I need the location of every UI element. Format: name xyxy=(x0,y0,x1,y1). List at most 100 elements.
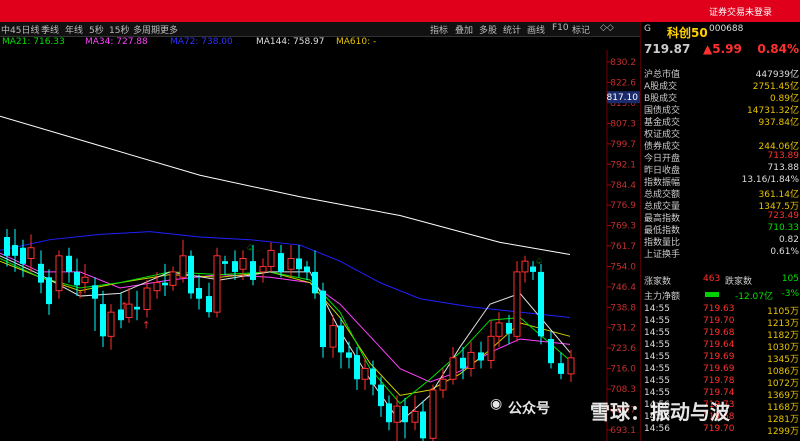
y-axis-label: 822.6 xyxy=(610,78,636,88)
period-more[interactable]: 更多 xyxy=(160,23,178,36)
stat-value: 13.16/1.84% xyxy=(741,175,799,185)
stat-row: 指数振幅 13.16/1.84% xyxy=(641,175,800,188)
candle-body-up xyxy=(143,287,151,310)
candle-body-down xyxy=(460,357,466,369)
candle-body-down xyxy=(92,285,98,299)
tool-indicator[interactable]: 指标 xyxy=(430,23,448,36)
tick-row: 14:55 719.78 1072万 xyxy=(641,376,800,389)
buy-arrow-icon: ↑ xyxy=(120,301,128,312)
period-quarter[interactable]: 季线 xyxy=(41,23,59,36)
tick-price: 719.63 xyxy=(703,304,735,314)
candle-body-down xyxy=(38,263,44,283)
stat-row: 昨日收盘 713.88 xyxy=(641,163,800,176)
candle-body-down xyxy=(370,368,376,385)
candle-body-up xyxy=(495,322,503,337)
period-15s[interactable]: 15秒 xyxy=(109,23,129,36)
y-axis-label: 708.3 xyxy=(610,385,636,395)
candle-body-down xyxy=(378,384,384,407)
y-axis-label: 693.1 xyxy=(610,426,636,436)
tick-time: 14:55 xyxy=(644,328,670,338)
quote-panel: G 科创50 000688 719.87 ▲5.99 0.84% 沪总市值 447… xyxy=(640,22,800,441)
stat-value: 723.49 xyxy=(767,211,800,221)
candle-body-up xyxy=(467,351,475,370)
tick-price: 719.64 xyxy=(703,340,735,350)
ma144-line xyxy=(0,115,571,255)
tick-row: 14:55 719.64 1030万 xyxy=(641,340,800,353)
index-change: ▲5.99 xyxy=(703,42,742,56)
y-axis-label: 731.2 xyxy=(610,324,636,334)
y-axis-label: 830.2 xyxy=(610,58,636,68)
ma144-label: MA144: 758.97 xyxy=(256,37,325,47)
candle-body-down xyxy=(354,355,360,380)
candle-body-down xyxy=(478,352,484,361)
stat-row: 指数量比 0.82 xyxy=(641,235,800,248)
tick-row: 14:55 719.69 1345万 xyxy=(641,352,800,365)
buy-arrow-icon: ↑ xyxy=(142,320,150,331)
candle-body-down xyxy=(4,237,10,256)
watermark-a: 公众号 xyxy=(508,401,550,417)
candle-body-down xyxy=(66,255,72,272)
trade-login-status[interactable]: 证券交易未登录 xyxy=(709,5,772,18)
candle-body-down xyxy=(74,271,80,286)
candle-body-down xyxy=(558,363,564,374)
candle-body-up xyxy=(449,357,457,380)
candle-body-up xyxy=(179,255,187,278)
candle-body-up xyxy=(153,282,161,292)
tick-time: 14:55 xyxy=(644,352,670,362)
period-45d[interactable]: 45日线 xyxy=(10,23,39,36)
period-5s[interactable]: 5秒 xyxy=(89,23,104,36)
tick-time: 14:55 xyxy=(644,364,670,374)
tool-f10[interactable]: F10 xyxy=(552,23,569,33)
y-axis-label: 792.1 xyxy=(610,160,636,170)
period-year[interactable]: 年线 xyxy=(65,23,83,36)
candle-body-down xyxy=(548,339,554,364)
tick-row: 14:55 719.63 1105万 xyxy=(641,304,800,317)
tick-row: 14:55 719.70 1213万 xyxy=(641,316,800,329)
candle-body-down xyxy=(232,261,238,272)
tick-time: 14:55 xyxy=(644,304,670,314)
kline-chart[interactable]: ↑↑↑♤♤ 830.2822.6815.0807.3799.7792.1784.… xyxy=(0,50,640,441)
y-axis-label: 746.4 xyxy=(610,283,636,293)
stat-row: 权证成交 xyxy=(641,127,800,140)
candle-body-up xyxy=(287,257,295,270)
tool-draw[interactable]: 画线 xyxy=(527,23,545,36)
tick-price: 719.70 xyxy=(703,424,735,434)
tick-price: 719.70 xyxy=(703,316,735,326)
flow-label: 主力净额 xyxy=(644,292,681,302)
tick-time: 14:56 xyxy=(644,424,670,434)
up-count: 463 xyxy=(703,274,721,284)
candle-body-down xyxy=(402,406,408,423)
period-prefix[interactable]: 中 xyxy=(1,23,10,36)
candle-body-down xyxy=(420,411,426,439)
stat-row: 总成交量 1347.5万 xyxy=(641,199,800,212)
tool-shapes[interactable]: ◇◇ xyxy=(600,23,614,33)
y-axis-label: 723.6 xyxy=(610,344,636,354)
stat-row: 上证换手 0.61% xyxy=(641,247,800,260)
period-multi[interactable]: 多周期 xyxy=(133,23,160,36)
candle-body-up xyxy=(81,276,89,284)
tool-stats[interactable]: 统计 xyxy=(503,23,521,36)
current-tag: 817.10 xyxy=(607,93,639,103)
candle-body-down xyxy=(338,325,344,353)
y-axis-label: 784.4 xyxy=(610,181,636,191)
index-pct: 0.84% xyxy=(757,42,799,56)
y-axis-label: 716.0 xyxy=(610,365,636,375)
stat-row: 总成交额 361.14亿 xyxy=(641,187,800,200)
flow-bar xyxy=(705,292,719,297)
candle-body-up xyxy=(513,271,521,337)
stat-value: 713.88 xyxy=(767,163,800,173)
top-red-bar: 证券交易未登录 xyxy=(0,0,800,22)
tool-overlay[interactable]: 叠加 xyxy=(455,23,473,36)
tick-time: 14:55 xyxy=(644,340,670,350)
candle-body-down xyxy=(100,304,106,337)
candle-body-down xyxy=(296,258,302,270)
y-axis-label: 738.8 xyxy=(610,303,636,313)
stat-row: 最高指数 723.49 xyxy=(641,211,800,224)
candle-body-up xyxy=(439,378,447,391)
y-axis-label: 769.3 xyxy=(610,221,636,231)
y-axis-label: 776.9 xyxy=(610,201,636,211)
stat-value: 0.82 xyxy=(778,235,799,245)
tool-multi[interactable]: 多股 xyxy=(479,23,497,36)
tool-mark[interactable]: 标记 xyxy=(572,23,590,36)
candle-body-up xyxy=(429,389,437,439)
